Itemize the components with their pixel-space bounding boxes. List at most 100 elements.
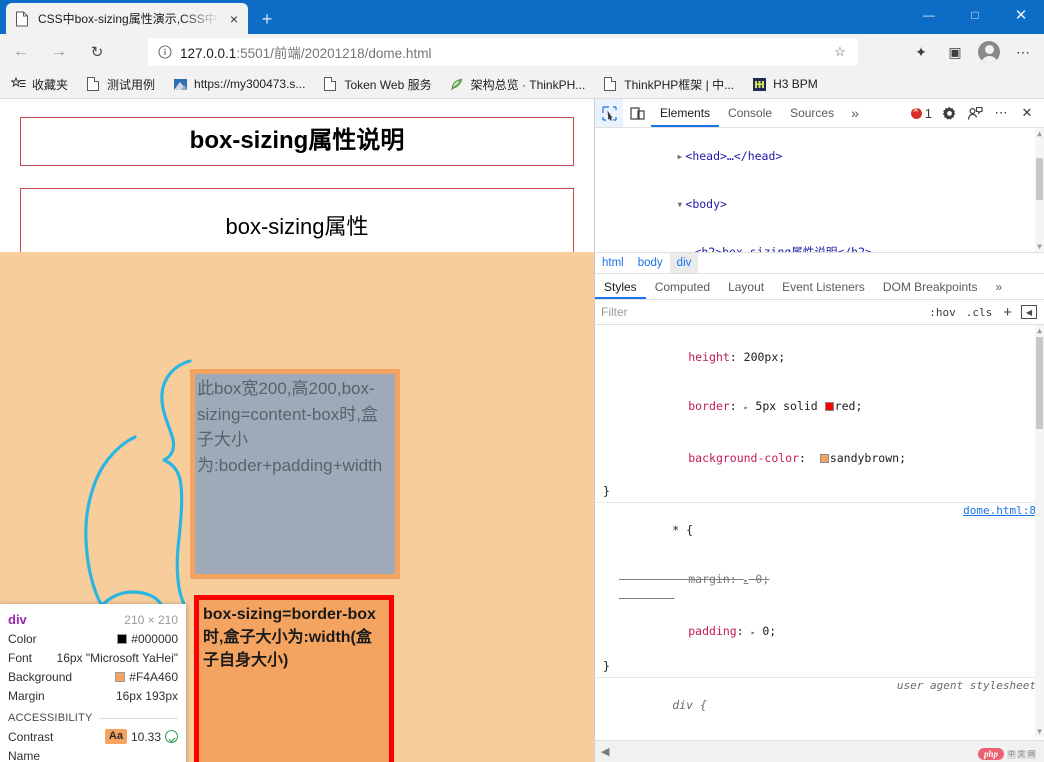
dom-node-text: <head>…</head>	[685, 149, 783, 163]
devtools-bottom-toggle-icon[interactable]: ◀	[601, 745, 609, 758]
declaration-border[interactable]: border: ▸ 5px solid red;	[603, 382, 1036, 434]
declaration-padding[interactable]: padding: ▸ 0;	[603, 606, 1036, 658]
device-toggle-icon[interactable]	[623, 99, 651, 127]
border-box-demo[interactable]: box-sizing=border-box时,盒子大小为:width(盒子自身大…	[194, 595, 394, 762]
content-box-demo[interactable]: 此box宽200,高200,box-sizing=content-box时,盒子…	[190, 369, 400, 579]
site-info-icon[interactable]	[156, 45, 174, 59]
declaration-display[interactable]: display: block;	[603, 730, 1036, 738]
tab-dom-breakpoints[interactable]: DOM Breakpoints	[874, 274, 987, 299]
bookmark-item-token-web[interactable]: Token Web 服务	[315, 73, 438, 95]
page-viewport: box-sizing属性说明 box-sizing属性 此box宽200,高20…	[0, 99, 594, 762]
forward-icon[interactable]: →	[42, 37, 76, 67]
address-bar[interactable]: 127.0.0.1:5501/前端/20201218/dome.html ☆	[148, 38, 858, 66]
inspector-tag-name: div	[8, 612, 27, 627]
tab-styles[interactable]: Styles	[595, 274, 646, 299]
minimize-button[interactable]: —	[906, 0, 952, 30]
bookmark-label: 架构总览 · ThinkPH...	[470, 77, 586, 92]
color-swatch-sandybrown[interactable]	[819, 453, 829, 463]
declaration-background-color[interactable]: background-color: sandybrown;	[603, 433, 1036, 483]
bookmark-item-testcase[interactable]: 测试用例	[78, 73, 162, 95]
close-window-button[interactable]: ✕	[998, 0, 1044, 30]
dom-tree-scrollbar[interactable]: ▲ ▼	[1035, 128, 1044, 252]
bookmark-item-thinkphp-framework[interactable]: ThinkPHP框架 | 中...	[595, 73, 741, 95]
tab-computed[interactable]: Computed	[646, 274, 719, 299]
color-swatch-red[interactable]	[824, 402, 834, 411]
dom-node-head[interactable]: ▸ <head>…</head>	[595, 132, 1044, 180]
computed-sidebar-toggle[interactable]: ◀	[1021, 305, 1037, 319]
inspect-cursor-icon[interactable]	[595, 99, 623, 127]
avatar	[978, 41, 1000, 63]
color-swatch	[117, 633, 128, 644]
declaration-margin[interactable]: margin: ▸ 0;	[603, 555, 1036, 607]
more-tabs-icon[interactable]: »	[843, 105, 867, 121]
breadcrumb-item-div[interactable]: div	[669, 253, 699, 273]
breadcrumb-item-html[interactable]: html	[595, 253, 631, 273]
declaration-value-color: red	[834, 399, 856, 413]
extensions-icon[interactable]: ▣	[938, 38, 972, 66]
dom-tree[interactable]: ▸ <head>…</head> ▾ <body> <h2>box-sizing属性…	[595, 128, 1044, 252]
scroll-up-arrow-icon[interactable]: ▲	[1036, 130, 1043, 138]
styles-scroll-thumb[interactable]	[1036, 337, 1043, 429]
inspector-key: Background	[8, 669, 73, 684]
dom-tree-scroll-thumb[interactable]	[1036, 158, 1043, 200]
dom-node-body[interactable]: ▾ <body>	[595, 180, 1044, 228]
tab-console[interactable]: Console	[719, 99, 781, 127]
watermark-char: 网	[1027, 749, 1036, 759]
tab-layout[interactable]: Layout	[719, 274, 773, 299]
profile-avatar[interactable]	[972, 38, 1006, 66]
collections-icon[interactable]: ✦	[904, 38, 938, 66]
scroll-down-arrow-icon[interactable]: ▼	[1036, 243, 1043, 251]
dom-node-h2[interactable]: <h2>box-sizing属性说明</h2>	[595, 228, 1044, 252]
breadcrumb-item-body[interactable]: body	[631, 253, 670, 273]
styles-scrollbar[interactable]: ▲ ▼	[1035, 325, 1044, 737]
new-style-rule-button[interactable]: +	[997, 304, 1018, 321]
reload-icon[interactable]: ↻	[80, 37, 114, 67]
error-count-badge[interactable]: 1	[907, 100, 936, 126]
divider	[98, 717, 178, 719]
tab-close-icon[interactable]: ×	[224, 9, 244, 29]
accessibility-section-title: ACCESSIBILITY	[8, 712, 93, 724]
bookmark-star-icon[interactable]: ☆	[830, 44, 850, 60]
declaration-value-pre: 5px solid	[755, 399, 825, 413]
styles-scroll-down-icon[interactable]: ▼	[1036, 728, 1043, 736]
a11y-row-contrast: Contrast Aa 10.33	[8, 727, 178, 746]
bookmark-item-my300473[interactable]: https://my300473.s...	[165, 73, 312, 95]
styles-filter-input[interactable]: Filter	[601, 305, 924, 319]
person-feedback-icon[interactable]	[962, 100, 988, 126]
devtools-panel: Elements Console Sources » 1	[594, 99, 1044, 762]
declaration-height[interactable]: height: 200px;	[603, 332, 1036, 382]
inspector-row-background: Background #F4A460	[8, 667, 178, 686]
bookmark-item-favorites[interactable]: 收藏夹	[3, 73, 75, 95]
url-host: 127.0.0.1	[180, 46, 237, 61]
more-panes-icon[interactable]: »	[987, 274, 1012, 299]
style-rule-div-ua[interactable]: user agent stylesheet div { display: blo…	[595, 678, 1044, 737]
styles-filter-bar: Filter :hov .cls + ◀	[595, 300, 1044, 325]
bookmark-label: H3 BPM	[773, 77, 818, 91]
declaration-width-clipped[interactable]: width: 200px;	[603, 325, 1036, 332]
devtools-close-icon[interactable]: ✕	[1014, 100, 1040, 126]
bookmark-label: 收藏夹	[32, 77, 69, 92]
tab-sources[interactable]: Sources	[781, 99, 843, 127]
style-rule-universal[interactable]: dome.html:8 * { margin: ▸ 0; padding: ▸ …	[595, 503, 1044, 678]
class-toggle-button[interactable]: .cls	[961, 306, 998, 319]
tab-elements[interactable]: Elements	[651, 99, 719, 127]
browser-tab[interactable]: CSS中box-sizing属性演示,CSS中 ×	[6, 3, 248, 34]
inspector-row-color: Color #000000	[8, 629, 178, 648]
bookmark-label: 测试用例	[107, 77, 156, 92]
styles-scroll-up-icon[interactable]: ▲	[1036, 327, 1043, 335]
tab-event-listeners[interactable]: Event Listeners	[773, 274, 874, 299]
back-icon[interactable]: ←	[4, 37, 38, 67]
devtools-menu-icon[interactable]: ⋯	[988, 100, 1014, 126]
gear-icon[interactable]	[936, 100, 962, 126]
new-tab-button[interactable]: +	[254, 6, 280, 32]
style-source-link[interactable]: dome.html:8	[963, 503, 1036, 520]
document-icon	[85, 76, 101, 92]
bookmark-item-h3-bpm[interactable]: H3 BPM	[744, 73, 825, 95]
rule-close-brace: }	[603, 483, 610, 498]
bookmark-item-thinkphp-overview[interactable]: 架构总览 · ThinkPH...	[442, 73, 593, 95]
style-rule-element[interactable]: width: 200px; height: 200px; border: ▸ 5…	[595, 325, 1044, 503]
error-icon	[910, 105, 922, 119]
browser-menu-icon[interactable]: ⋯	[1006, 38, 1040, 66]
maximize-button[interactable]: □	[952, 0, 998, 30]
hover-state-button[interactable]: :hov	[924, 306, 961, 319]
